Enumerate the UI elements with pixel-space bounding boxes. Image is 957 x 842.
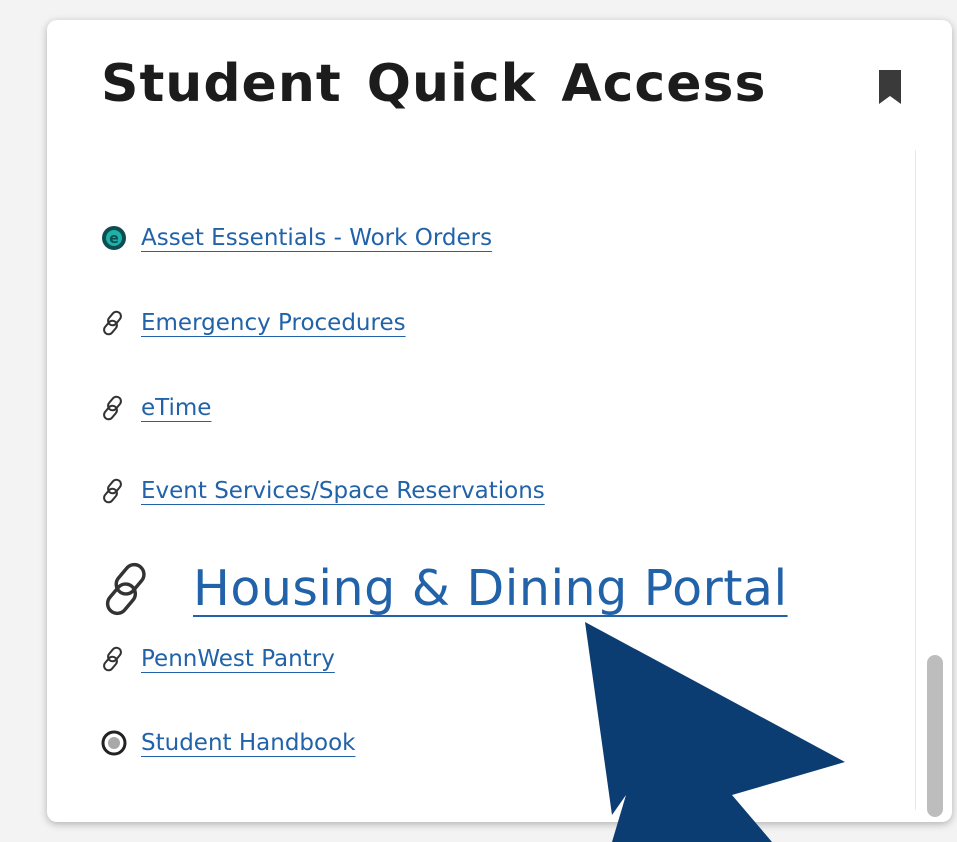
link-icon — [101, 478, 127, 504]
list-item: PennWest Pantry — [101, 646, 335, 672]
link-housing-dining-portal[interactable]: Housing & Dining Portal — [193, 560, 788, 617]
link-icon — [101, 561, 157, 617]
link-icon — [101, 310, 127, 336]
list-item: Student Handbook — [101, 730, 355, 756]
link-icon — [101, 646, 127, 672]
circle-logo-icon — [101, 730, 127, 756]
list-item: Emergency Procedures — [101, 310, 406, 336]
link-student-handbook[interactable]: Student Handbook — [141, 730, 355, 756]
link-event-services[interactable]: Event Services/Space Reservations — [141, 478, 545, 504]
link-pennwest-pantry[interactable]: PennWest Pantry — [141, 646, 335, 672]
link-asset-essentials[interactable]: Asset Essentials - Work Orders — [141, 225, 492, 251]
asset-essentials-logo-icon: e — [101, 225, 127, 251]
quick-links-list: e Asset Essentials - Work Orders Emergen… — [47, 20, 952, 822]
list-item: e Asset Essentials - Work Orders — [101, 225, 492, 251]
link-emergency-procedures[interactable]: Emergency Procedures — [141, 310, 406, 336]
list-item: Housing & Dining Portal — [101, 560, 788, 617]
list-item: eTime — [101, 395, 211, 421]
link-etime[interactable]: eTime — [141, 395, 211, 421]
student-quick-access-card: Student Quick Access e Asset Essentials … — [47, 20, 952, 822]
list-item: Event Services/Space Reservations — [101, 478, 545, 504]
svg-text:e: e — [109, 231, 119, 247]
link-icon — [101, 395, 127, 421]
